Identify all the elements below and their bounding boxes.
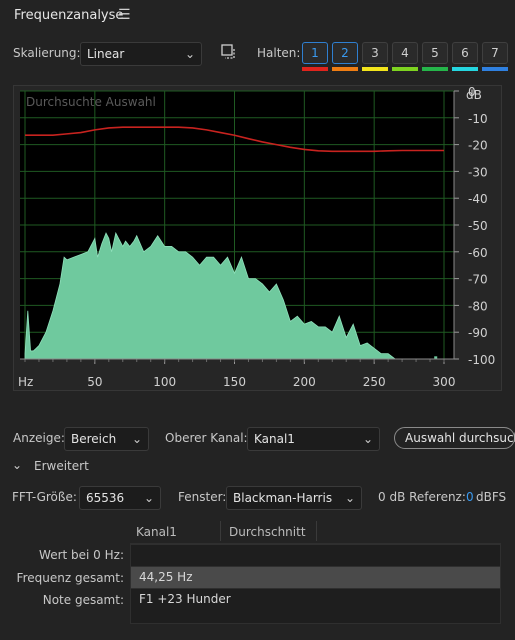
total-note-value: F1 +23 Hunder	[139, 592, 231, 606]
hold-button-3[interactable]: 3	[362, 42, 388, 64]
hold-button-2[interactable]: 2	[332, 42, 358, 64]
fft-size-label: FFT-Größe:	[12, 490, 77, 504]
chevron-down-icon: ⌄	[184, 47, 195, 61]
reference-label: 0 dB Referenz:	[378, 490, 466, 504]
y-tick-label: -70	[468, 273, 488, 287]
x-tick-label: 200	[293, 375, 316, 389]
reference-unit: dBFS	[476, 490, 507, 504]
window-select[interactable]: Blackman-Harris ⌄	[226, 486, 362, 510]
y-tick-label: -20	[468, 139, 488, 153]
hold-label: Halten:	[257, 46, 301, 60]
hold-button-5[interactable]: 5	[422, 42, 448, 64]
scan-selection-button[interactable]: Auswahl durchsuchen	[394, 427, 515, 449]
upper-channel-value: Kanal1	[254, 432, 295, 446]
y-tick-label: -30	[468, 165, 488, 179]
hold-color-swatch	[362, 67, 388, 71]
column-divider	[316, 521, 317, 541]
scaling-select[interactable]: Linear ⌄	[80, 42, 202, 66]
window-value: Blackman-Harris	[233, 491, 333, 505]
display-select[interactable]: Bereich ⌄	[64, 427, 149, 451]
x-tick-label: 100	[153, 375, 176, 389]
upper-channel-select[interactable]: Kanal1 ⌄	[247, 427, 380, 451]
column-divider	[220, 521, 221, 541]
hold-color-swatch	[482, 67, 508, 71]
row-label-value-at-0hz: Wert bei 0 Hz:	[39, 548, 124, 562]
advanced-section-label[interactable]: Erweitert	[34, 459, 89, 473]
hold-color-swatch	[452, 67, 478, 71]
chevron-down-icon: ⌄	[143, 491, 154, 505]
x-tick-label: 150	[223, 375, 246, 389]
scan-button-clip: Auswahl durchsuchen	[394, 427, 515, 449]
hold-button-7[interactable]: 7	[482, 42, 508, 64]
hold-color-swatch	[422, 67, 448, 71]
total-frequency-value: 44,25 Hz	[139, 570, 193, 584]
chevron-down-icon[interactable]: ⌄	[12, 458, 22, 472]
window-label: Fenster:	[178, 490, 227, 504]
y-tick-label: -60	[468, 246, 488, 260]
hold-color-swatch	[332, 67, 358, 71]
table-row[interactable]: F1 +23 Hunder	[131, 588, 500, 610]
y-tick-label: -40	[468, 192, 488, 206]
resize-icon[interactable]	[221, 44, 237, 60]
hold-slot-3: 3	[362, 42, 388, 71]
column-header-channel: Kanal1	[136, 525, 177, 539]
hold-slot-6: 6	[452, 42, 478, 71]
y-tick-label: 0	[468, 86, 476, 99]
hold-color-swatch	[302, 67, 328, 71]
fft-size-select[interactable]: 65536 ⌄	[79, 486, 161, 510]
hold-slot-5: 5	[422, 42, 448, 71]
display-value: Bereich	[71, 432, 117, 446]
panel-title: Frequenzanalyse	[14, 8, 124, 23]
scaling-label: Skalierung:	[13, 46, 81, 60]
hold-color-swatch	[392, 67, 418, 71]
hold-slot-2: 2	[332, 42, 358, 71]
hamburger-icon[interactable]: ☰	[118, 7, 131, 23]
table-row[interactable]	[131, 544, 500, 566]
hold-slot-1: 1	[302, 42, 328, 71]
spectrum-chart: Durchsuchte Auswahl dB 0 -10 -20 -30 -40 -50 -60…	[13, 85, 502, 391]
hold-button-4[interactable]: 4	[392, 42, 418, 64]
column-header-average: Durchschnitt	[229, 525, 306, 539]
row-label-total-note: Note gesamt:	[42, 593, 124, 607]
hold-button-6[interactable]: 6	[452, 42, 478, 64]
y-tick-label: -50	[468, 219, 488, 233]
chevron-down-icon: ⌄	[362, 432, 373, 446]
upper-channel-label: Oberer Kanal:	[165, 431, 248, 445]
row-label-total-frequency: Frequenz gesamt:	[16, 571, 124, 585]
spectrum-plot: Durchsuchte Auswahl dB0-10-20-30-40-50-60…	[18, 86, 495, 389]
x-tick-label: 250	[363, 375, 386, 389]
y-tick-label: -90	[468, 326, 488, 340]
x-axis-unit: Hz	[18, 375, 33, 389]
fft-size-value: 65536	[86, 491, 125, 505]
y-tick-label: -10	[468, 112, 488, 126]
hold-slot-4: 4	[392, 42, 418, 71]
y-tick-label: -80	[468, 299, 488, 313]
y-tick-label: -100	[468, 353, 495, 367]
reference-value[interactable]: 0	[466, 490, 474, 504]
scaling-value: Linear	[87, 47, 125, 61]
x-tick-label: 300	[433, 375, 456, 389]
chevron-down-icon: ⌄	[131, 432, 142, 446]
table-row-selected[interactable]: 44,25 Hz	[131, 566, 500, 588]
chart-overlay-title: Durchsuchte Auswahl	[26, 95, 156, 109]
hold-button-1[interactable]: 1	[302, 42, 328, 64]
x-tick-label: 50	[87, 375, 102, 389]
display-label: Anzeige:	[13, 431, 65, 445]
chevron-down-icon: ⌄	[344, 491, 355, 505]
hold-slot-7: 7	[482, 42, 508, 71]
